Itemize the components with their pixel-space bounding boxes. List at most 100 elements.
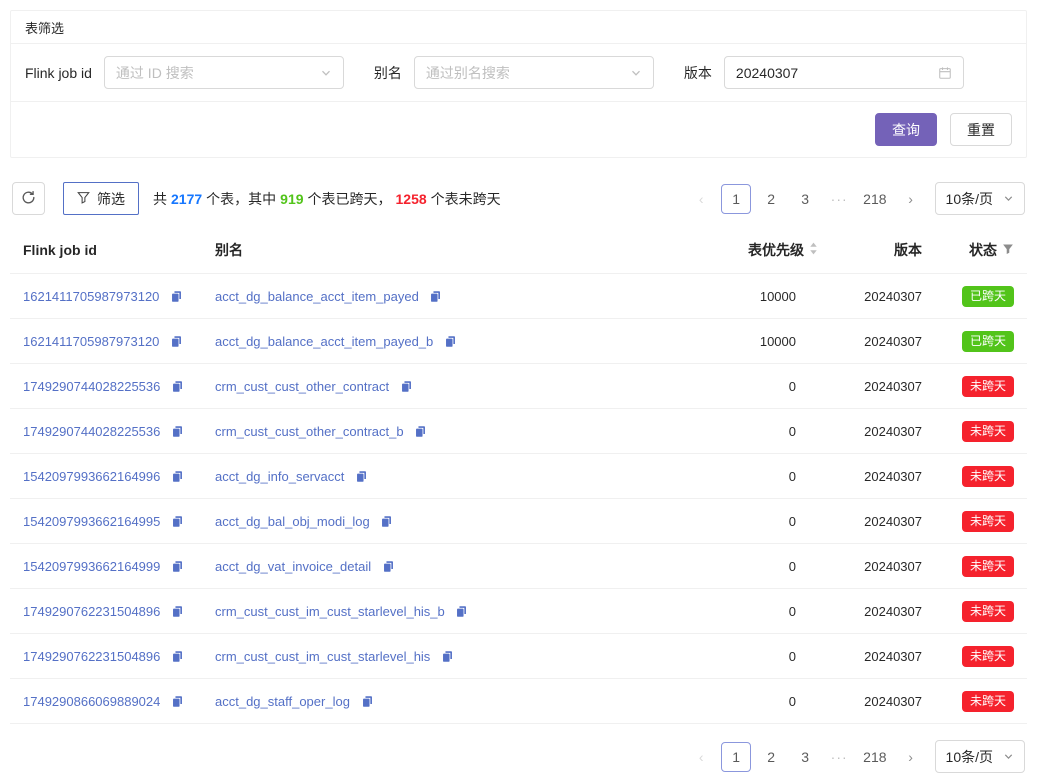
- flink-job-id-link[interactable]: 1542097993662164996: [23, 469, 160, 484]
- next-page-button[interactable]: ›: [897, 184, 925, 214]
- table-row: 1749290744028225536 crm_cust_cust_other_…: [10, 409, 1027, 454]
- page-button-1[interactable]: 1: [721, 742, 751, 772]
- alias-link[interactable]: acct_dg_staff_oper_log: [215, 694, 350, 709]
- flink-job-id-link[interactable]: 1542097993662164999: [23, 559, 160, 574]
- table-row: 1621411705987973120 acct_dg_balance_acct…: [10, 319, 1027, 364]
- alias-link[interactable]: crm_cust_cust_other_contract_b: [215, 424, 404, 439]
- copy-icon[interactable]: [171, 515, 184, 528]
- status-badge: 已跨天: [962, 331, 1014, 352]
- copy-icon[interactable]: [400, 380, 413, 393]
- status-badge: 未跨天: [962, 601, 1014, 622]
- alias-link[interactable]: acct_dg_balance_acct_item_payed_b: [215, 334, 433, 349]
- page-button-218[interactable]: 218: [859, 184, 890, 214]
- prev-page-button[interactable]: ‹: [687, 742, 715, 772]
- version-value: 20240307: [818, 289, 922, 304]
- copy-icon[interactable]: [382, 560, 395, 573]
- flink-job-id-link[interactable]: 1621411705987973120: [23, 334, 159, 349]
- flink-job-id-link[interactable]: 1749290762231504896: [23, 649, 160, 664]
- copy-icon[interactable]: [414, 425, 427, 438]
- priority-value: 0: [650, 649, 818, 664]
- page-size-select[interactable]: 10条/页: [935, 182, 1025, 215]
- copy-icon[interactable]: [171, 425, 184, 438]
- alias-search-input[interactable]: [426, 65, 622, 81]
- copy-icon[interactable]: [170, 290, 183, 303]
- alias-link[interactable]: acct_dg_balance_acct_item_payed: [215, 289, 419, 304]
- toolbar: 筛选 共 2177 个表，其中 919 个表已跨天， 1258 个表未跨天 ‹ …: [10, 182, 1027, 215]
- page-ellipsis[interactable]: ···: [825, 742, 853, 772]
- status-badge: 未跨天: [962, 421, 1014, 442]
- status-cell: 未跨天: [922, 376, 1014, 397]
- flink-job-id-search-input[interactable]: [116, 65, 312, 81]
- filter-funnel-icon[interactable]: [1002, 242, 1014, 258]
- page-button-1[interactable]: 1: [721, 184, 751, 214]
- summary-part1: 共: [153, 189, 167, 209]
- priority-value: 0: [650, 424, 818, 439]
- copy-icon[interactable]: [355, 470, 368, 483]
- alias-link[interactable]: crm_cust_cust_other_contract: [215, 379, 389, 394]
- alias-link[interactable]: acct_dg_info_servacct: [215, 469, 344, 484]
- version-value-input[interactable]: [736, 65, 930, 81]
- calendar-icon: [938, 66, 952, 80]
- page-button-2[interactable]: 2: [757, 184, 785, 214]
- table-row: 1542097993662164996 acct_dg_info_servacc…: [10, 454, 1027, 499]
- flink-job-id-link[interactable]: 1621411705987973120: [23, 289, 159, 304]
- flink-job-id-link[interactable]: 1749290744028225536: [23, 424, 160, 439]
- status-cell: 未跨天: [922, 691, 1014, 712]
- version-value: 20240307: [818, 514, 922, 529]
- copy-icon[interactable]: [361, 695, 374, 708]
- copy-icon[interactable]: [171, 380, 184, 393]
- version-value: 20240307: [818, 469, 922, 484]
- refresh-icon: [21, 190, 36, 208]
- alias-link[interactable]: crm_cust_cust_im_cust_starlevel_his_b: [215, 604, 445, 619]
- alias-select[interactable]: [414, 56, 654, 89]
- status-cell: 已跨天: [922, 286, 1014, 307]
- page-button-3[interactable]: 3: [791, 742, 819, 772]
- col-priority[interactable]: 表优先级: [650, 240, 818, 260]
- alias-link[interactable]: acct_dg_bal_obj_modi_log: [215, 514, 370, 529]
- next-page-button[interactable]: ›: [897, 742, 925, 772]
- page-button-2[interactable]: 2: [757, 742, 785, 772]
- status-cell: 未跨天: [922, 421, 1014, 442]
- summary-total-count: 2177: [171, 191, 202, 207]
- copy-icon[interactable]: [171, 650, 184, 663]
- copy-icon[interactable]: [171, 470, 184, 483]
- copy-icon[interactable]: [380, 515, 393, 528]
- flink-job-id-cell: 1749290762231504896: [23, 604, 215, 619]
- page-size-select[interactable]: 10条/页: [935, 740, 1025, 773]
- flink-job-id-link[interactable]: 1749290744028225536: [23, 379, 160, 394]
- query-button[interactable]: 查询: [875, 113, 937, 146]
- page-button-218[interactable]: 218: [859, 742, 890, 772]
- copy-icon[interactable]: [455, 605, 468, 618]
- flink-job-id-cell: 1542097993662164995: [23, 514, 215, 529]
- flink-job-id-cell: 1749290744028225536: [23, 379, 215, 394]
- copy-icon[interactable]: [170, 335, 183, 348]
- col-status[interactable]: 状态: [922, 240, 1014, 260]
- reset-button[interactable]: 重置: [950, 113, 1012, 146]
- copy-icon[interactable]: [441, 650, 454, 663]
- flink-job-id-select[interactable]: [104, 56, 344, 89]
- summary-uncrossed-count: 1258: [396, 191, 427, 207]
- page-button-3[interactable]: 3: [791, 184, 819, 214]
- flink-job-id-link[interactable]: 1749290866069889024: [23, 694, 160, 709]
- copy-icon[interactable]: [444, 335, 457, 348]
- copy-icon[interactable]: [171, 695, 184, 708]
- copy-icon[interactable]: [171, 560, 184, 573]
- copy-icon[interactable]: [171, 605, 184, 618]
- priority-value: 0: [650, 469, 818, 484]
- alias-link[interactable]: acct_dg_vat_invoice_detail: [215, 559, 371, 574]
- version-label: 版本: [684, 63, 712, 83]
- filter-toggle-label: 筛选: [97, 189, 125, 209]
- refresh-button[interactable]: [12, 182, 45, 215]
- flink-job-id-link[interactable]: 1542097993662164995: [23, 514, 160, 529]
- flink-job-id-link[interactable]: 1749290762231504896: [23, 604, 160, 619]
- priority-value: 0: [650, 694, 818, 709]
- filter-toggle-button[interactable]: 筛选: [63, 182, 139, 215]
- alias-label: 别名: [374, 63, 402, 83]
- flink-job-id-cell: 1749290866069889024: [23, 694, 215, 709]
- version-date-input[interactable]: [724, 56, 964, 89]
- copy-icon[interactable]: [429, 290, 442, 303]
- prev-page-button[interactable]: ‹: [687, 184, 715, 214]
- alias-link[interactable]: crm_cust_cust_im_cust_starlevel_his: [215, 649, 430, 664]
- table-row: 1542097993662164995 acct_dg_bal_obj_modi…: [10, 499, 1027, 544]
- page-ellipsis[interactable]: ···: [825, 184, 853, 214]
